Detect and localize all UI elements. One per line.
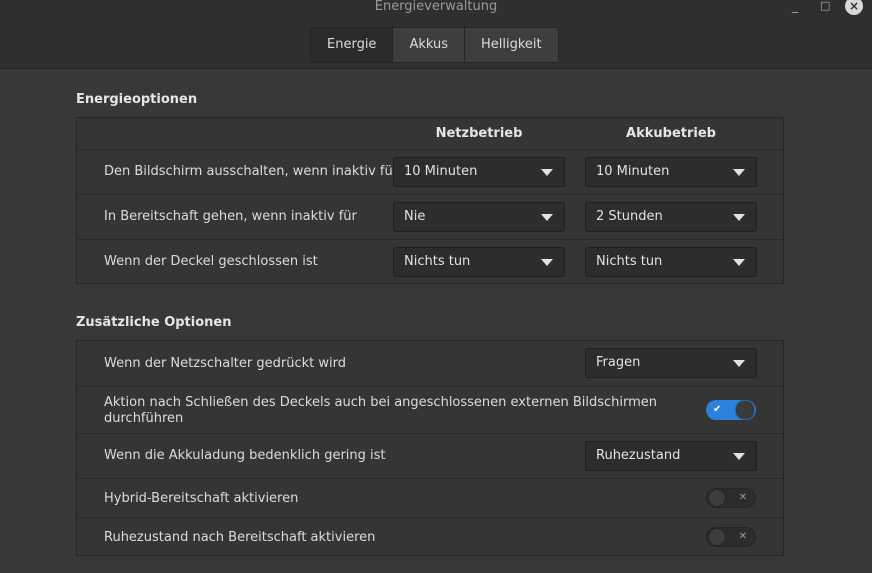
toggle-knob [708,489,726,507]
suspend-row: In Bereitschaft gehen, wenn inaktiv für … [77,194,783,240]
lid-closed-row: Wenn der Deckel geschlossen ist Nichts t… [77,239,783,285]
chevron-down-icon [733,360,745,367]
lid-closed-battery-select[interactable]: Nichts tun [585,247,757,277]
suspend-label: In Bereitschaft gehen, wenn inaktiv für [104,209,357,224]
lid-closed-battery-value: Nichts tun [596,254,663,269]
window-titlebar: Energieverwaltung _ □ × Energie Akkus He… [0,0,872,69]
toggle-knob [708,528,726,546]
tab-energie[interactable]: Energie [311,28,393,62]
chevron-down-icon [541,259,553,266]
hibernate-after-sleep-row: Ruhezustand nach Bereitschaft aktivieren… [77,517,783,557]
screen-off-battery-select[interactable]: 10 Minuten [585,157,757,187]
chevron-down-icon [733,259,745,266]
hibernate-after-sleep-label: Ruhezustand nach Bereitschaft aktivieren [104,530,376,545]
extra-options-panel: Wenn der Netzschalter gedrückt wird Frag… [76,340,784,556]
lid-external-toggle[interactable]: ✔ [706,400,756,420]
x-icon: ✕ [738,492,747,503]
screen-off-label: Den Bildschirm ausschalten, wenn inaktiv… [104,164,399,179]
power-button-row: Wenn der Netzschalter gedrückt wird Frag… [77,341,783,386]
maximize-icon[interactable]: □ [820,0,830,12]
hibernate-after-sleep-toggle[interactable]: ✕ [706,527,756,547]
minimize-icon[interactable]: _ [792,0,798,12]
hybrid-sleep-toggle[interactable]: ✕ [706,488,756,508]
screen-off-battery-value: 10 Minuten [596,164,670,179]
lid-closed-label: Wenn der Deckel geschlossen ist [104,254,318,269]
chevron-down-icon [733,169,745,176]
chevron-down-icon [733,214,745,221]
check-icon: ✔ [713,404,722,415]
lid-closed-ac-select[interactable]: Nichts tun [393,247,565,277]
lid-closed-ac-value: Nichts tun [404,254,471,269]
chevron-down-icon [733,453,745,460]
toggle-knob [735,400,755,420]
tab-helligkeit[interactable]: Helligkeit [464,28,558,62]
screen-off-ac-select[interactable]: 10 Minuten [393,157,565,187]
suspend-battery-select[interactable]: 2 Stunden [585,202,757,232]
hybrid-sleep-label: Hybrid-Bereitschaft aktivieren [104,491,299,506]
critical-battery-select[interactable]: Ruhezustand [585,441,757,471]
tab-bar: Energie Akkus Helligkeit [310,27,559,63]
power-options-heading: Energieoptionen [76,92,198,107]
suspend-battery-value: 2 Stunden [596,209,663,224]
lid-external-row: Aktion nach Schließen des Deckels auch b… [77,386,783,434]
screen-off-ac-value: 10 Minuten [404,164,478,179]
lid-external-label: Aktion nach Schließen des Deckels auch b… [104,395,657,427]
power-options-header-row: Netzbetrieb Akkubetrieb [77,118,783,149]
lid-external-label-line2: durchführen [104,411,184,426]
hybrid-sleep-row: Hybrid-Bereitschaft aktivieren ✕ [77,478,783,518]
critical-battery-row: Wenn die Akkuladung bedenklich gering is… [77,433,783,479]
suspend-ac-value: Nie [404,209,426,224]
critical-battery-value: Ruhezustand [596,448,681,463]
power-options-panel: Netzbetrieb Akkubetrieb Den Bildschirm a… [76,117,784,284]
extra-options-heading: Zusätzliche Optionen [76,315,232,330]
column-header-ac: Netzbetrieb [435,126,523,141]
chevron-down-icon [541,169,553,176]
lid-external-label-line1: Aktion nach Schließen des Deckels auch b… [104,395,658,410]
critical-battery-label: Wenn die Akkuladung bedenklich gering is… [104,448,386,463]
screen-off-row: Den Bildschirm ausschalten, wenn inaktiv… [77,149,783,195]
suspend-ac-select[interactable]: Nie [393,202,565,232]
window-title: Energieverwaltung [374,0,498,14]
column-header-battery: Akkubetrieb [626,126,716,141]
tab-akkus[interactable]: Akkus [392,28,464,62]
power-button-label: Wenn der Netzschalter gedrückt wird [104,356,346,371]
x-icon: ✕ [738,531,747,542]
power-button-value: Fragen [596,355,641,370]
chevron-down-icon [541,214,553,221]
power-button-select[interactable]: Fragen [585,348,757,378]
